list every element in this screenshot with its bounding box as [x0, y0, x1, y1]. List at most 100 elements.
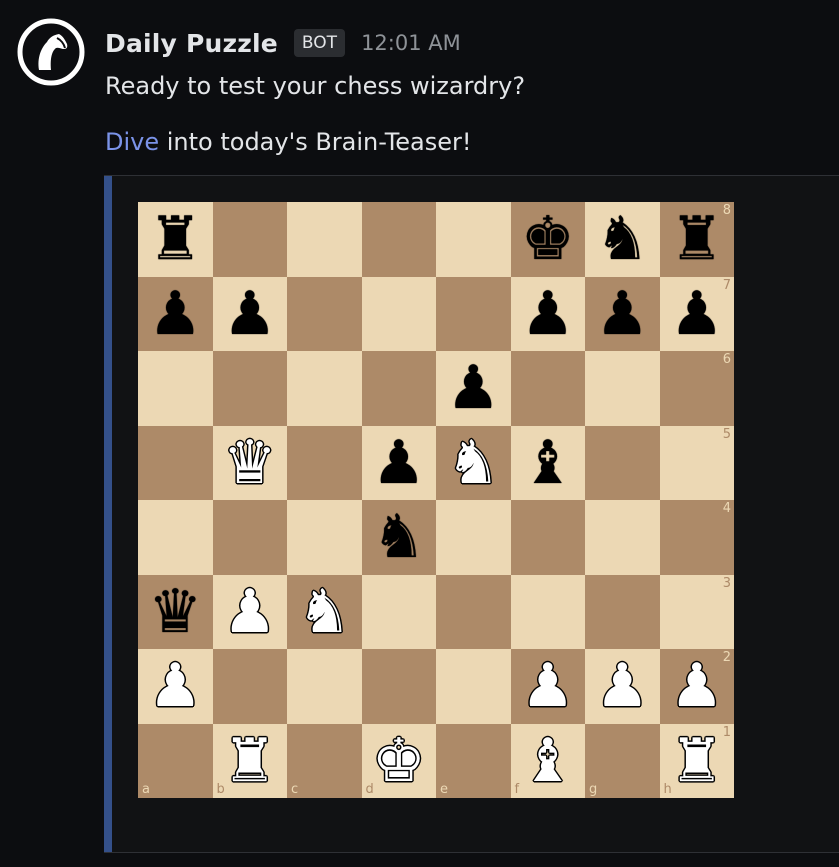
rank-label: 3: [722, 575, 731, 591]
bot-badge: BOT: [293, 29, 346, 57]
square-h4: 4: [659, 500, 734, 575]
black-rook-icon: ♜: [669, 204, 724, 275]
white-knight-icon: ♞: [297, 576, 352, 647]
square-d5: ♟: [361, 425, 436, 500]
square-a8: ♜: [138, 202, 213, 277]
white-pawn-icon: ♟: [148, 651, 203, 722]
white-queen-icon: ♛: [222, 427, 277, 498]
square-b3: ♟: [212, 574, 287, 649]
timestamp: 12:01 AM: [361, 31, 461, 55]
white-pawn-icon: ♟: [222, 576, 277, 647]
square-f1: ♝ f: [510, 723, 585, 798]
dive-link[interactable]: Dive: [105, 128, 159, 156]
chessboard-image[interactable]: ♜ ♚ ♞ ♜ 8 ♟ ♟ ♟ ♟ ♟ 7 ♟ 6 ♛ ♟ ♞ ♝ 5 ♞ 4 ♛ ♟ ♞ 3 ♟ ♟ ♟ ♟ 2 a ♜ b c ♚ d e ♝ f g ♜…: [138, 202, 734, 798]
square-d2: [361, 649, 436, 724]
square-g8: ♞: [585, 202, 660, 277]
black-pawn-icon: ♟: [669, 278, 724, 349]
square-f7: ♟: [510, 276, 585, 351]
file-label: d: [365, 782, 374, 797]
black-pawn-icon: ♟: [520, 278, 575, 349]
rank-label: 8: [722, 203, 731, 218]
square-a4: [138, 500, 213, 575]
white-rook-icon: ♜: [222, 725, 277, 796]
white-pawn-icon: ♟: [595, 651, 650, 722]
username[interactable]: Daily Puzzle: [105, 29, 278, 58]
square-f6: [510, 351, 585, 426]
square-h6: 6: [659, 351, 734, 426]
black-pawn-icon: ♟: [222, 278, 277, 349]
square-b8: [212, 202, 287, 277]
file-label: f: [514, 782, 520, 797]
black-queen-icon: ♛: [148, 576, 203, 647]
rank-label: 7: [722, 277, 731, 293]
square-b5: ♛: [212, 425, 287, 500]
black-rook-icon: ♜: [148, 204, 203, 275]
file-label: h: [663, 782, 672, 797]
rank-label: 2: [722, 650, 731, 665]
square-b7: ♟: [212, 276, 287, 351]
square-g4: [585, 500, 660, 575]
square-c3: ♞: [287, 574, 362, 649]
square-a3: ♛: [138, 574, 213, 649]
file-label: e: [440, 782, 448, 797]
square-c1: c: [287, 723, 362, 798]
square-c2: [287, 649, 362, 724]
square-c4: [287, 500, 362, 575]
white-knight-icon: ♞: [446, 427, 501, 498]
square-d8: [361, 202, 436, 277]
square-f3: [510, 574, 585, 649]
square-e3: [436, 574, 511, 649]
square-f5: ♝: [510, 425, 585, 500]
square-g7: ♟: [585, 276, 660, 351]
black-knight-icon: ♞: [371, 502, 426, 573]
message-line-2: Dive into today's Brain-Teaser!: [105, 128, 472, 156]
square-e1: e: [436, 723, 511, 798]
square-b6: [212, 351, 287, 426]
square-a7: ♟: [138, 276, 213, 351]
square-e8: [436, 202, 511, 277]
square-a1: a: [138, 723, 213, 798]
black-king-icon: ♚: [520, 204, 575, 275]
square-b4: [212, 500, 287, 575]
file-label: c: [291, 782, 299, 797]
square-f2: ♟: [510, 649, 585, 724]
square-d7: [361, 276, 436, 351]
square-g1: g: [585, 723, 660, 798]
file-label: a: [142, 782, 150, 797]
knight-logo-icon: [17, 18, 85, 86]
square-d1: ♚ d: [361, 723, 436, 798]
square-e7: [436, 276, 511, 351]
square-h3: 3: [659, 574, 734, 649]
square-d4: ♞: [361, 500, 436, 575]
black-knight-icon: ♞: [595, 204, 650, 275]
black-pawn-icon: ♟: [595, 278, 650, 349]
file-label: g: [589, 782, 598, 797]
white-king-icon: ♚: [371, 725, 426, 796]
square-e5: ♞: [436, 425, 511, 500]
black-pawn-icon: ♟: [148, 278, 203, 349]
square-f8: ♚: [510, 202, 585, 277]
rank-label: 6: [722, 352, 731, 367]
black-pawn-icon: ♟: [371, 427, 426, 498]
square-e4: [436, 500, 511, 575]
square-c8: [287, 202, 362, 277]
square-a6: [138, 351, 213, 426]
square-h7: ♟ 7: [659, 276, 734, 351]
square-h1: ♜ 1 h: [659, 723, 734, 798]
rank-label: 1: [722, 724, 731, 740]
embed-accent-bar: [104, 176, 112, 852]
rank-label: 4: [722, 501, 731, 516]
square-d6: [361, 351, 436, 426]
square-b1: ♜ b: [212, 723, 287, 798]
white-rook-icon: ♜: [669, 725, 724, 796]
black-bishop-icon: ♝: [520, 427, 575, 498]
black-pawn-icon: ♟: [446, 353, 501, 424]
square-g6: [585, 351, 660, 426]
square-g2: ♟: [585, 649, 660, 724]
bot-avatar[interactable]: [17, 18, 85, 86]
square-c6: [287, 351, 362, 426]
square-a2: ♟: [138, 649, 213, 724]
white-pawn-icon: ♟: [520, 651, 575, 722]
square-e2: [436, 649, 511, 724]
square-h2: ♟ 2: [659, 649, 734, 724]
